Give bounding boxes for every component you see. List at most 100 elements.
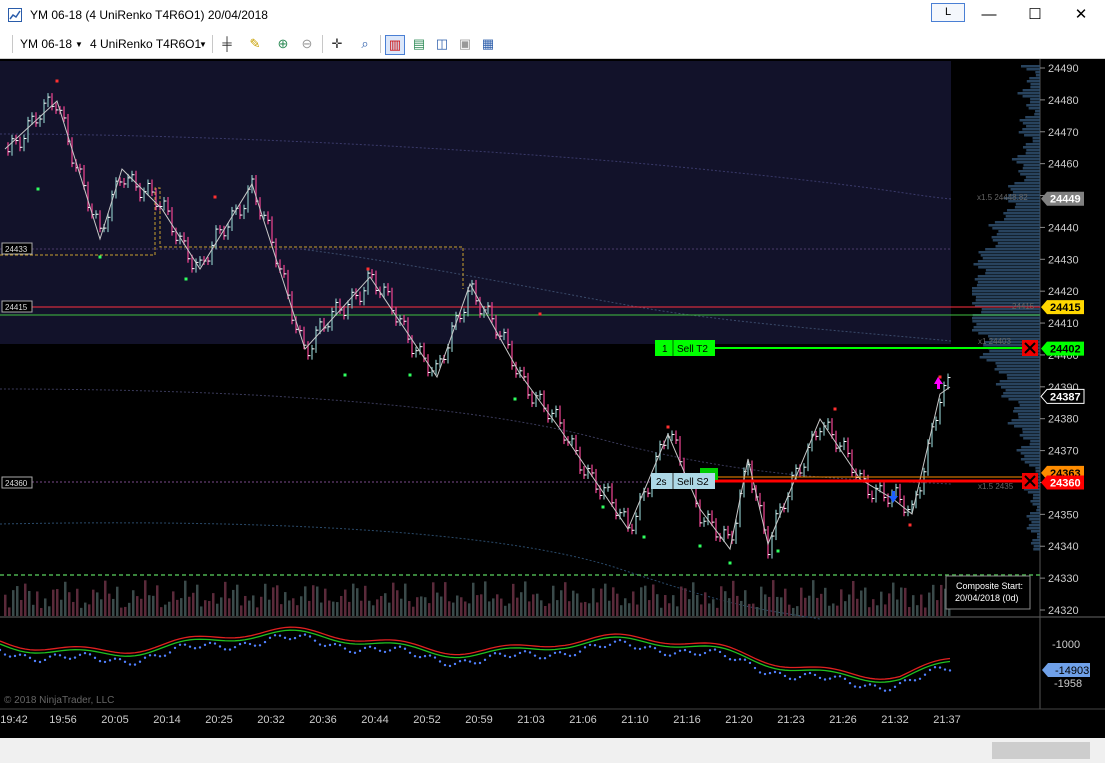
properties-icon[interactable]: ▦ [479, 35, 497, 53]
volume-bar [156, 585, 159, 616]
indicator-dot [858, 686, 862, 689]
target-order-tag[interactable]: 1 Sell T2 [655, 340, 715, 356]
volume-bar [696, 594, 699, 616]
volume-bar [716, 607, 719, 616]
time-axis[interactable]: 19:42 19:56 20:05 20:14 20:25 20:32 20:36 20:44… [0, 714, 961, 726]
close-target-icon[interactable] [1022, 340, 1038, 356]
volume-bar [568, 601, 571, 616]
composite-title: Composite Start: [956, 581, 1023, 591]
volume-bar [844, 601, 847, 616]
indicator-dot [808, 671, 812, 675]
price-tick-label: 24370 [1048, 446, 1079, 458]
profile-bar [978, 332, 1040, 335]
profile-bar [1030, 500, 1040, 503]
volume-bar [52, 589, 55, 616]
indicator-dot [433, 656, 437, 659]
volume-bar [868, 607, 871, 616]
horizontal-scrollbar[interactable] [0, 738, 1105, 763]
link-button[interactable]: L [931, 3, 965, 22]
chart-trader-icon[interactable]: ▥ [385, 35, 405, 55]
indicator-dot [518, 651, 522, 655]
volume-bar [744, 590, 747, 616]
close-icon[interactable]: ✕ [1058, 0, 1104, 30]
stop-order-tag[interactable]: 2s Sell S2 [651, 473, 715, 489]
volume-bar [848, 594, 851, 616]
interval-selector[interactable]: 4 UniRenko T4R6O1 [90, 37, 201, 51]
volume-bar [176, 599, 179, 616]
volume-bar [888, 593, 891, 616]
profile-bar [985, 272, 1040, 275]
volume-bar [500, 598, 503, 616]
indicator-dot [208, 641, 212, 645]
indicator-dot [163, 654, 167, 657]
profile-bar [1026, 515, 1040, 518]
volume-bar [724, 591, 727, 616]
volume-bar [584, 601, 587, 616]
volume-bar [116, 586, 119, 616]
volume-bar [472, 582, 475, 616]
drawing-tool-icon[interactable]: ✎ [246, 35, 264, 53]
price-axis[interactable]: 2449024480244702446024450244402443024420… [1040, 63, 1079, 617]
strategies-icon[interactable]: ◫ [433, 35, 451, 53]
profile-bar [1026, 125, 1040, 128]
volume-bar [752, 603, 755, 616]
volume-bar [644, 585, 647, 616]
maximize-icon[interactable]: ☐ [1012, 0, 1058, 30]
indicator-dot [748, 661, 752, 665]
zoom-out-icon[interactable]: ⊖ [298, 35, 316, 53]
indicator-dot [438, 660, 442, 663]
indicator-dot [753, 666, 757, 670]
chevron-down-icon[interactable]: ▼ [199, 40, 207, 49]
profile-bar [972, 320, 1040, 323]
profile-bar [1008, 398, 1040, 401]
price-chart[interactable]: Composite Start: 20/04/2018 (0d) 24433 2… [0, 59, 1105, 738]
instrument-selector[interactable]: YM 06-18 [20, 37, 72, 51]
chevron-down-icon[interactable]: ▼ [75, 40, 83, 49]
profile-bar [972, 290, 1040, 293]
profile-bar [979, 356, 1040, 359]
search-icon[interactable]: ⌕ [356, 35, 374, 53]
indicator-dot [818, 676, 822, 680]
indicator-dot [938, 666, 942, 669]
chart-panel[interactable]: Composite Start: 20/04/2018 (0d) 24433 2… [0, 59, 1105, 738]
profile-bar [1007, 377, 1040, 380]
swing-dot [213, 195, 217, 199]
volume-bar [600, 588, 603, 616]
volume-bar [428, 603, 431, 616]
volume-bar [896, 599, 899, 616]
indicator-dot [373, 647, 377, 650]
profile-bar [1024, 461, 1040, 464]
profile-bar [1005, 215, 1040, 218]
zoom-in-icon[interactable]: ⊕ [274, 35, 292, 53]
indicator-dot [868, 683, 872, 686]
templates-icon[interactable]: ▣ [456, 35, 474, 53]
indicator-dot [893, 685, 897, 689]
indicator-dot [733, 658, 737, 662]
volume-bar [420, 596, 423, 616]
indicator-dot [528, 651, 532, 654]
volume-bar [72, 601, 75, 616]
indicators-icon[interactable]: ▤ [410, 35, 428, 53]
volume-bar [432, 582, 435, 616]
indicator-dot [903, 679, 907, 682]
profile-bar [1020, 452, 1040, 455]
bar-type-icon[interactable]: ╪ [218, 35, 236, 53]
volume-bar [876, 605, 879, 616]
minimize-icon[interactable]: — [966, 0, 1012, 30]
volume-bar [880, 591, 883, 616]
volume-bar [412, 606, 415, 616]
close-stop-icon[interactable] [1022, 473, 1038, 489]
profile-bar [1024, 134, 1040, 137]
indicator-dot [523, 650, 527, 653]
profile-bar [1019, 404, 1040, 407]
volume-bar [536, 593, 539, 616]
profile-bar [1005, 389, 1040, 392]
indicator-dot [333, 642, 337, 646]
volume-bar [836, 605, 839, 616]
profile-bar [1003, 392, 1040, 395]
crosshair-icon[interactable]: ✛ [328, 35, 346, 53]
volume-bar [588, 603, 591, 616]
indicator-dot [668, 654, 672, 657]
swing-dot [666, 425, 670, 429]
scrollbar-thumb[interactable] [992, 742, 1090, 759]
